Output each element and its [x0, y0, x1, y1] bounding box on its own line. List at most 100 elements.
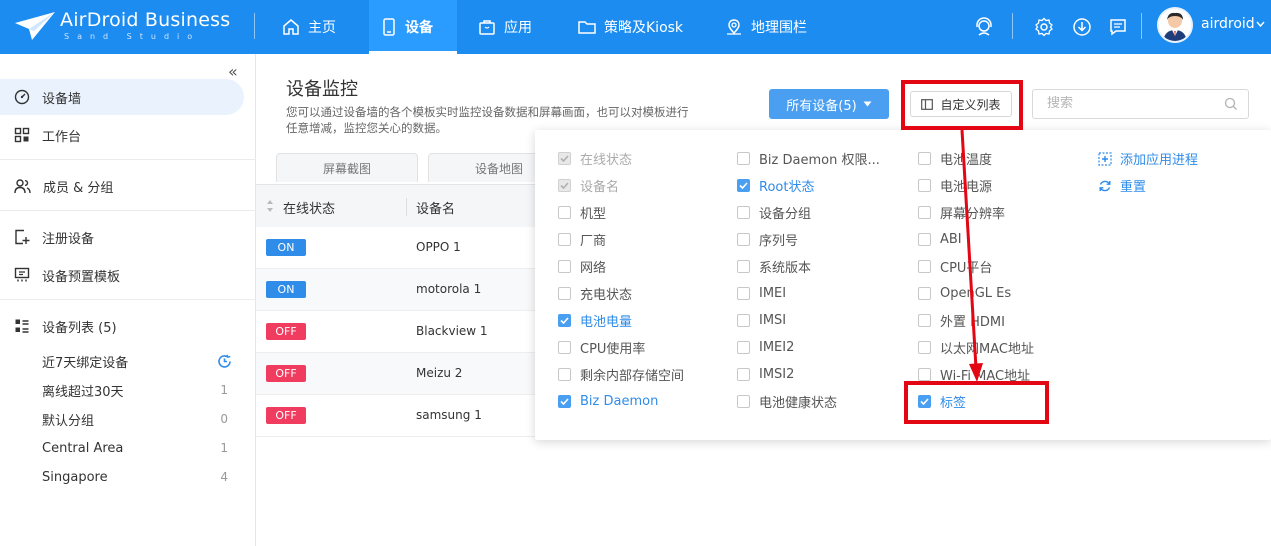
table-row[interactable]: ON OPPO 1 [256, 227, 535, 269]
group-item-default[interactable]: 默认分组 0 [42, 408, 232, 430]
checkbox[interactable] [737, 205, 750, 219]
column-option-label: 剩余内部存储空间 [580, 368, 685, 384]
checkbox[interactable] [737, 286, 750, 300]
search-icon[interactable] [1224, 97, 1238, 111]
column-option[interactable]: Root状态 [737, 175, 814, 195]
table-row[interactable]: OFF samsung 1 [256, 395, 535, 437]
column-option[interactable]: 剩余内部存储空间 [558, 364, 684, 384]
checkbox[interactable] [558, 232, 571, 246]
column-header-online-status[interactable]: 在线状态 [283, 198, 335, 217]
sort-icon[interactable] [266, 199, 274, 213]
checkbox[interactable] [737, 367, 750, 381]
column-option[interactable]: 序列号 [737, 229, 798, 249]
column-option[interactable]: CPU使用率 [558, 337, 645, 357]
table-row[interactable]: ON motorola 1 [256, 269, 535, 311]
sidebar-item-workbench[interactable]: 工作台 [0, 117, 244, 153]
column-option[interactable]: IMEI2 [737, 337, 794, 357]
column-option[interactable]: 电池健康状态 [737, 391, 837, 411]
nav-home[interactable]: 主页 [270, 0, 348, 54]
group-item-singapore[interactable]: Singapore 4 [42, 466, 232, 488]
checkbox[interactable] [918, 232, 931, 246]
checkbox[interactable] [737, 151, 750, 165]
column-option[interactable]: OpenGL Es [918, 283, 1011, 303]
column-option: 设备名 [558, 175, 619, 195]
checkbox[interactable] [558, 286, 571, 300]
checkbox[interactable] [918, 367, 931, 381]
download-icon[interactable] [1070, 15, 1094, 39]
group-item-central-area[interactable]: Central Area 1 [42, 437, 232, 459]
checkbox-checked-icon[interactable] [558, 313, 571, 327]
column-option[interactable]: 电池温度 [918, 148, 992, 168]
checkbox[interactable] [737, 232, 750, 246]
checkbox[interactable] [737, 259, 750, 273]
support-agent-icon[interactable] [972, 15, 996, 39]
airdroid-logo[interactable]: AirDroid Business Sand Studio [14, 9, 244, 45]
checkbox[interactable] [918, 151, 931, 165]
column-option[interactable]: 厂商 [558, 229, 606, 249]
group-item-recent-7days[interactable]: 近7天绑定设备 [42, 350, 232, 372]
checkbox[interactable] [918, 178, 931, 192]
tab-label: 屏幕截图 [322, 161, 371, 176]
search-input[interactable] [1047, 96, 1217, 111]
chevron-down-icon[interactable] [1256, 21, 1265, 27]
collapse-sidebar-icon[interactable]: « [228, 62, 238, 81]
checkbox[interactable] [918, 340, 931, 354]
column-option[interactable]: 系统版本 [737, 256, 811, 276]
table-row[interactable]: OFF Meizu 2 [256, 353, 535, 395]
highlight-box-custom-columns [901, 80, 1023, 130]
column-option[interactable]: Biz Daemon [558, 391, 658, 411]
nav-apps[interactable]: 应用 [466, 0, 544, 54]
checkbox[interactable] [558, 340, 571, 354]
nav-geofence[interactable]: 地理围栏 [713, 0, 819, 54]
checkbox[interactable] [918, 286, 931, 300]
checkbox[interactable] [918, 259, 931, 273]
group-label: 离线超过30天 [42, 384, 124, 400]
group-label: Central Area [42, 440, 124, 456]
checkbox-checked-icon[interactable] [558, 394, 571, 408]
sidebar-item-members-groups[interactable]: 成员 & 分组 [0, 168, 244, 204]
message-icon[interactable] [1106, 15, 1130, 39]
checkbox[interactable] [737, 340, 750, 354]
user-avatar[interactable] [1157, 7, 1193, 43]
username[interactable]: airdroid [1201, 16, 1255, 32]
column-option[interactable]: 电池电源 [918, 175, 992, 195]
sidebar-item-device-wall[interactable]: 设备墙 [0, 79, 244, 115]
sidebar-item-device-template[interactable]: 设备预置模板 [0, 257, 244, 293]
column-option[interactable]: 网络 [558, 256, 606, 276]
column-option[interactable]: IMSI [737, 310, 786, 330]
device-list-icon [15, 319, 29, 333]
settings-icon[interactable] [1032, 15, 1056, 39]
column-option[interactable]: IMEI [737, 283, 786, 303]
nav-devices-label: 设备 [405, 20, 433, 36]
checkbox[interactable] [558, 205, 571, 219]
nav-policy-kiosk[interactable]: 策略及Kiosk [566, 0, 695, 54]
table-row[interactable]: OFF Blackview 1 [256, 311, 535, 353]
add-app-process-button[interactable]: 添加应用进程 [1098, 149, 1198, 168]
checkbox[interactable] [918, 205, 931, 219]
checkbox[interactable] [737, 313, 750, 327]
checkbox-checked-icon[interactable] [737, 178, 750, 192]
column-option[interactable]: 机型 [558, 202, 606, 222]
column-option[interactable]: 以太网MAC地址 [918, 337, 1034, 357]
column-option[interactable]: 屏幕分辨率 [918, 202, 1005, 222]
group-item-offline-30days[interactable]: 离线超过30天 1 [42, 379, 232, 401]
column-option[interactable]: 电池电量 [558, 310, 632, 330]
column-option[interactable]: Biz Daemon 权限... [737, 148, 880, 168]
checkbox[interactable] [737, 394, 750, 408]
all-devices-dropdown-button[interactable]: 所有设备(5) [769, 89, 889, 119]
checkbox[interactable] [918, 313, 931, 327]
column-option[interactable]: 外置 HDMI [918, 310, 1005, 330]
column-option[interactable]: CPU平台 [918, 256, 992, 276]
sidebar-item-register-device[interactable]: 注册设备 [0, 219, 244, 255]
sidebar-item-device-list[interactable]: 设备列表 (5) [0, 308, 244, 344]
checkbox[interactable] [558, 259, 571, 273]
tab-screenshot[interactable]: 屏幕截图 [276, 153, 418, 182]
column-option[interactable]: 充电状态 [558, 283, 632, 303]
checkbox[interactable] [558, 367, 571, 381]
column-header-device-name[interactable]: 设备名 [416, 198, 455, 217]
nav-devices[interactable]: 设备 [369, 0, 457, 54]
column-option[interactable]: IMSI2 [737, 364, 794, 384]
column-option[interactable]: ABI [918, 229, 962, 249]
column-option[interactable]: 设备分组 [737, 202, 811, 222]
reset-button[interactable]: 重置 [1098, 176, 1146, 195]
